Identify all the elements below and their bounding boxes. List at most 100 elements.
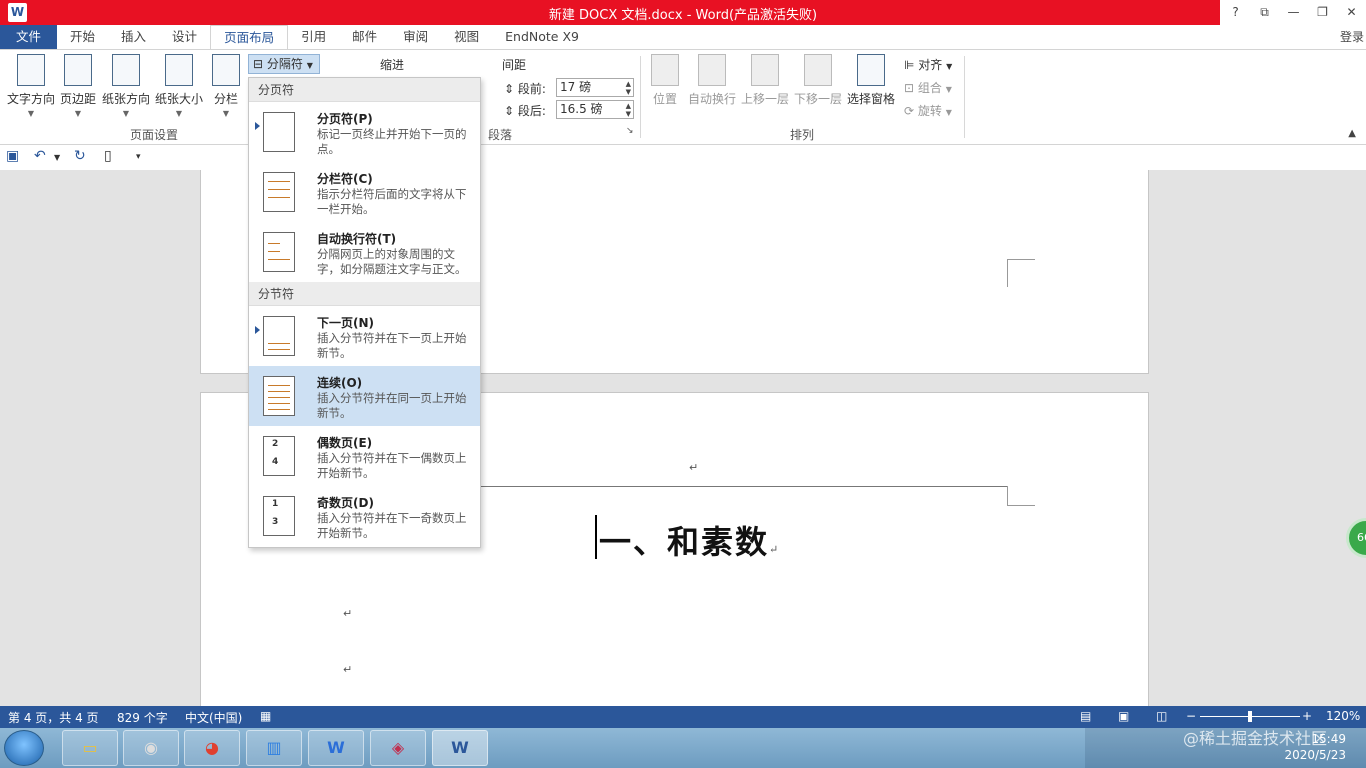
tab-home[interactable]: 开始 [57,25,108,49]
after-label-text: 段后: [517,104,546,118]
odd-page-icon: 1 3 [263,496,295,536]
page-setup-group-label: 页面设置 [130,128,179,142]
floating-badge[interactable]: 66 [1346,518,1366,558]
size-button[interactable]: 纸张大小 ▼ [153,54,205,118]
ribbon-display-options-button[interactable]: ⧉ [1250,0,1279,25]
print-layout-icon[interactable]: ▣ [1118,709,1129,723]
word-app-icon[interactable]: W [8,3,27,22]
redo-icon[interactable]: ↻ [74,148,86,164]
chrome-icon[interactable]: ◕ [184,730,240,766]
page-count[interactable]: 第 4 页，共 4 页 [8,709,99,726]
tab-design[interactable]: 设计 [159,25,210,49]
tab-file[interactable]: 文件 [0,25,58,49]
selection-pane-button[interactable]: 选择窗格 [846,54,896,107]
menu-item-text-wrapping-break[interactable]: 自动换行符(T) 分隔网页上的对象周围的文字，如分隔题注文字与正文。 [249,222,480,282]
word-count[interactable]: 829 个字 [117,709,168,726]
ribbon-tabs: 文件 开始 插入 设计 页面布局 引用 邮件 审阅 视图 EndNote X9 … [0,25,1366,49]
login-link[interactable]: 登录 [1340,25,1364,49]
menu-item-next-page[interactable]: 下一页(N) 插入分节符并在下一页上开始新节。 [249,306,480,366]
explorer-icon[interactable]: ▭ [62,730,118,766]
columns-button[interactable]: 分栏 ▼ [208,54,244,118]
position-button[interactable]: 位置 [650,54,680,107]
bring-forward-button[interactable]: 上移一层 [740,54,790,107]
tab-references[interactable]: 引用 [288,25,339,49]
zoom-in-button[interactable]: + [1302,709,1312,723]
rotate-button[interactable]: ⟳ 旋转 ▼ [904,102,952,119]
quick-access-toolbar: ▣ ↶ ▼ ↻ ▯ ▾ [0,145,1366,170]
word-taskbar-icon[interactable]: W [432,730,488,766]
crop-mark [1007,486,1035,506]
status-bar: 第 4 页，共 4 页 829 个字 中文(中国) ▦ ▤ ▣ ◫ − + 12… [0,706,1366,728]
document-area[interactable]: ↵ 一、和素数↵ ↵ ↵ 66 [0,170,1366,706]
paragraph-dialog-launcher-icon[interactable]: ↘ [626,126,634,136]
spacing-before-input[interactable]: 17 磅 ▲ ▼ [556,78,634,97]
margins-icon [64,54,92,86]
tab-view[interactable]: 视图 [441,25,492,49]
undo-dropdown-icon[interactable]: ▼ [54,153,60,162]
breaks-dropdown-menu: 分页符 分页符(P) 标记一页终止并开始下一页的点。 分栏符(C) 指示分栏符后… [248,77,481,548]
new-document-icon[interactable]: ▯ [104,148,112,164]
collapse-ribbon-icon[interactable]: ▲ [1348,128,1356,139]
zoom-out-button[interactable]: − [1186,709,1196,723]
tab-page-layout[interactable]: 页面布局 [210,25,289,49]
orientation-icon [112,54,140,86]
chevron-down-icon: ▼ [27,109,35,118]
menu-item-column-break[interactable]: 分栏符(C) 指示分栏符后面的文字将从下一栏开始。 [249,162,480,222]
breaks-label: 分隔符 [266,57,303,71]
columns-icon [212,54,240,86]
spinner-arrows-icon[interactable]: ▲ ▼ [626,80,631,96]
customize-qat-icon[interactable]: ▾ [136,152,141,162]
wps-icon[interactable]: W [308,730,364,766]
spacing-before-icon: ⇕ [504,82,515,96]
before-spacing-label: ⇕ 段前: [504,80,546,97]
margins-button[interactable]: 页边距 ▼ [58,54,98,118]
tab-mailings[interactable]: 邮件 [339,25,390,49]
orientation-button[interactable]: 纸张方向 ▼ [100,54,152,118]
menu-item-title: 连续(O) [317,376,363,390]
document-heading[interactable]: 一、和素数↵ [599,517,780,563]
title-bar: W 新建 DOCX 文档.docx - Word(产品激活失败) ? ⧉ — ❐… [0,0,1366,25]
restore-button[interactable]: ❐ [1308,0,1337,25]
indent-label: 缩进 [380,58,405,72]
align-button[interactable]: ⊫ 对齐 ▼ [904,56,952,73]
tab-insert[interactable]: 插入 [108,25,159,49]
menu-item-page-break[interactable]: 分页符(P) 标记一页终止并开始下一页的点。 [249,102,480,162]
camera-app-icon[interactable]: ◉ [123,730,179,766]
language[interactable]: 中文(中国) [185,709,242,726]
breaks-button[interactable]: ⊟ 分隔符 ▼ [248,54,320,74]
spacing-after-input[interactable]: 16.5 磅 ▲ ▼ [556,100,634,119]
crop-mark [1007,259,1035,287]
chevron-down-icon: ▼ [122,109,130,118]
wrap-text-button[interactable]: 自动换行 [687,54,737,107]
tab-review[interactable]: 审阅 [390,25,441,49]
close-button[interactable]: ✕ [1337,0,1366,25]
menu-item-even-page[interactable]: 2 4 偶数页(E) 插入分节符并在下一偶数页上开始新节。 [249,426,480,486]
macro-record-icon[interactable]: ▦ [260,709,271,723]
text-direction-label: 文字方向 [6,92,55,106]
heading-text: 一、和素数 [599,523,770,561]
save-icon[interactable]: ▣ [6,148,19,164]
reader-app-icon[interactable]: ▥ [246,730,302,766]
group-objects-button[interactable]: ⊡ 组合 ▼ [904,79,952,96]
minimize-button[interactable]: — [1279,0,1308,25]
send-backward-button[interactable]: 下移一层 [793,54,843,107]
zoom-slider-thumb[interactable] [1248,711,1252,722]
zoom-level[interactable]: 120% [1326,709,1360,723]
menu-item-desc: 分隔网页上的对象周围的文字，如分隔题注文字与正文。 [317,247,467,276]
text-direction-button[interactable]: 文字方向 ▼ [6,54,56,118]
page-number-label: 1 [272,499,279,509]
menu-item-continuous[interactable]: 连续(O) 插入分节符并在同一页上开始新节。 [249,366,480,426]
page-number-label: 4 [272,457,279,467]
start-button[interactable] [4,730,44,766]
media-app-icon[interactable]: ◈ [370,730,426,766]
undo-icon[interactable]: ↶ [34,148,46,164]
help-button[interactable]: ? [1221,0,1250,25]
menu-item-desc: 标记一页终止并开始下一页的点。 [317,127,467,156]
spinner-arrows-icon[interactable]: ▲ ▼ [626,102,631,118]
read-mode-icon[interactable]: ▤ [1080,709,1091,723]
page-number-label: 2 [272,439,279,449]
window-controls: ? ⧉ — ❐ ✕ [1221,0,1366,25]
tab-endnote[interactable]: EndNote X9 [492,25,592,49]
web-layout-icon[interactable]: ◫ [1156,709,1167,723]
menu-item-odd-page[interactable]: 1 3 奇数页(D) 插入分节符并在下一奇数页上开始新节。 [249,486,480,546]
